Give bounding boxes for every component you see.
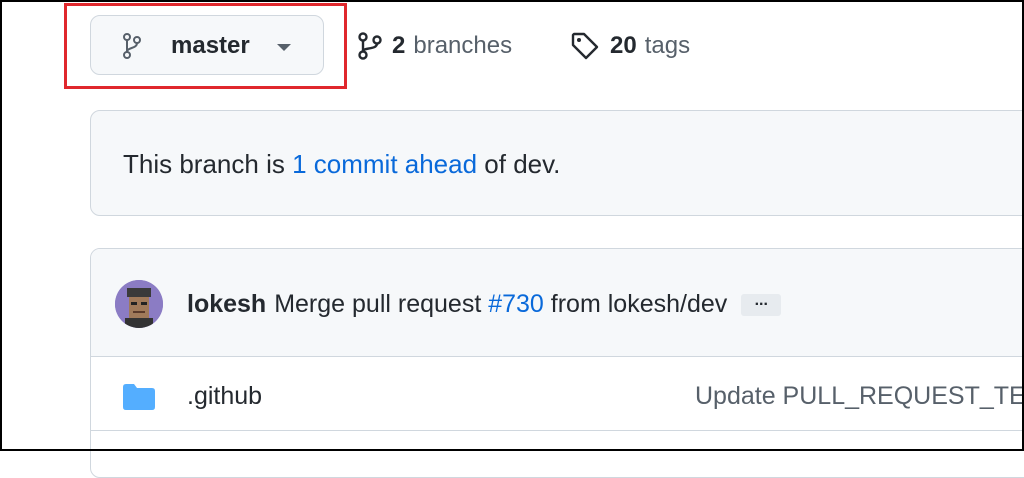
- latest-commit-row: lokesh Merge pull request #730 from lokes…: [91, 249, 1024, 357]
- commit-author[interactable]: lokesh: [187, 290, 266, 318]
- folder-icon: [123, 384, 155, 415]
- file-list: lokesh Merge pull request #730 from lokes…: [90, 248, 1024, 478]
- commit-message-prefix[interactable]: Merge pull request: [274, 290, 488, 318]
- ahead-suffix: of dev.: [477, 149, 561, 179]
- branch-ahead-text: This branch is 1 commit ahead of dev.: [123, 147, 560, 181]
- branch-ahead-banner: This branch is 1 commit ahead of dev.: [90, 110, 1024, 216]
- file-last-commit-message[interactable]: Update PULL_REQUEST_TEMPLATE: [695, 379, 1024, 413]
- branches-count: 2: [392, 32, 406, 59]
- expand-commit-message-button[interactable]: ...: [741, 293, 782, 317]
- tag-icon: [570, 31, 600, 61]
- ahead-prefix: This branch is: [123, 149, 293, 179]
- file-row[interactable]: .github Update PULL_REQUEST_TEMPLATE: [91, 357, 1024, 431]
- tags-count: 20: [610, 32, 637, 59]
- commit-summary: lokesh Merge pull request #730 from lokes…: [187, 287, 782, 321]
- branches-label: branches: [413, 32, 513, 59]
- commits-ahead-link[interactable]: 1 commit ahead: [292, 149, 477, 179]
- annotation-highlight-box: [64, 3, 347, 89]
- tags-label: tags: [644, 32, 691, 59]
- tags-link[interactable]: 20 tags: [570, 29, 690, 63]
- branches-link[interactable]: 2 branches: [358, 29, 512, 63]
- avatar[interactable]: [115, 280, 163, 328]
- pull-request-link[interactable]: #730: [488, 290, 544, 318]
- git-branch-icon: [358, 32, 382, 60]
- commit-message-suffix[interactable]: from lokesh/dev: [544, 290, 727, 318]
- file-name[interactable]: .github: [187, 379, 262, 413]
